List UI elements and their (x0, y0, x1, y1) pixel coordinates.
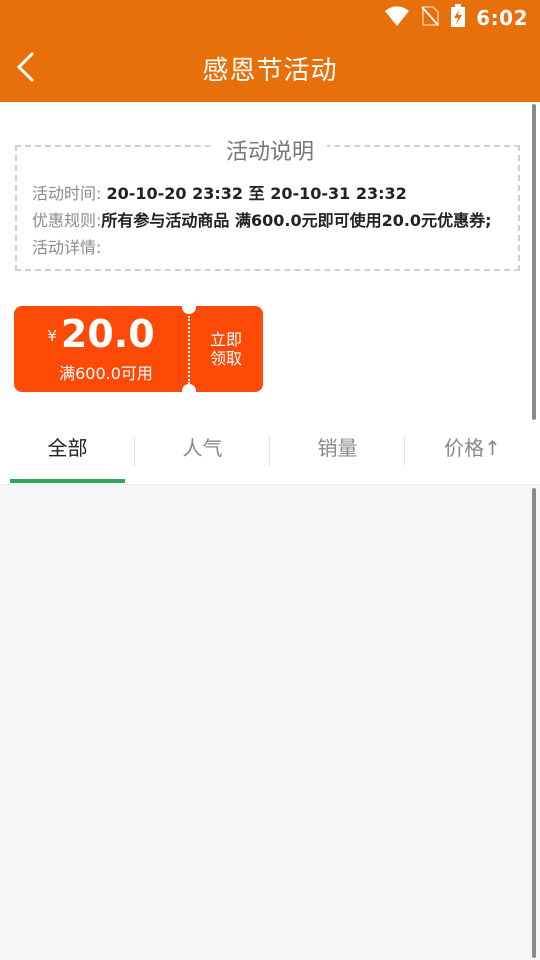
coupon-value: ¥20.0 (14, 312, 188, 356)
coupon-divider (188, 316, 190, 384)
no-sim-icon (420, 5, 440, 31)
discount-rule-value: 所有参与活动商品 满600.0元即可使用20.0元优惠券; (101, 211, 492, 230)
battery-charging-icon (450, 4, 466, 32)
discount-rule-row: 优惠规则:所有参与活动商品 满600.0元即可使用20.0元优惠券; (32, 207, 491, 231)
claim-coupon-button[interactable]: 立即 领取 (200, 330, 252, 368)
page-title: 感恩节活动 (202, 56, 338, 86)
coupon-card[interactable]: ¥20.0 满600.0可用 立即 领取 (14, 300, 263, 398)
activity-description-title: 活动说明 (213, 134, 327, 166)
activity-time-row: 活动时间: 20-10-20 23:32 至 20-10-31 23:32 (32, 180, 407, 204)
activity-time-value: 20-10-20 23:32 至 20-10-31 23:32 (106, 184, 407, 203)
tab-all[interactable]: 全部 (0, 420, 135, 480)
coupon-notch-bottom (182, 384, 196, 398)
scrollbar-lower[interactable] (532, 488, 536, 958)
status-time: 6:02 (476, 6, 528, 30)
activity-time-label: 活动时间: (32, 184, 107, 203)
tab-popularity[interactable]: 人气 (135, 420, 270, 480)
tab-sales[interactable]: 销量 (270, 420, 405, 480)
tab-price[interactable]: 价格↑ (405, 420, 540, 480)
scrollbar-upper[interactable] (532, 104, 536, 420)
wifi-icon (384, 5, 410, 31)
discount-rule-label: 优惠规则: (32, 211, 102, 230)
status-icons: 6:02 (384, 4, 528, 32)
sort-tabs: 全部 人气 销量 价格↑ (0, 420, 540, 485)
status-bar: 6:02 (0, 0, 540, 36)
coupon-notch-top (182, 300, 196, 314)
active-tab-indicator (10, 479, 125, 483)
coupon-amount: 20.0 (60, 312, 155, 356)
claim-label-line2: 领取 (209, 349, 242, 368)
claim-label-line1: 立即 (209, 330, 242, 349)
coupon-currency: ¥ (47, 327, 57, 345)
activity-detail-label: 活动详情: (32, 238, 102, 257)
activity-detail-row: 活动详情: (32, 234, 101, 258)
coupon-condition: 满600.0可用 (59, 364, 153, 383)
top-bar: 6:02 感恩节活动 (0, 0, 540, 102)
app-bar: 感恩节活动 (0, 36, 540, 102)
